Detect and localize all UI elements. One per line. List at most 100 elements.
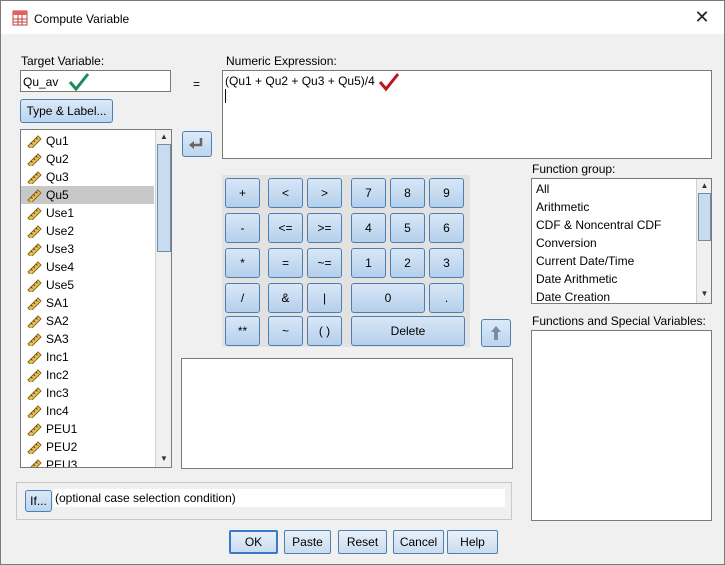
variable-name: Qu1: [46, 134, 69, 148]
variable-name: Inc1: [46, 350, 69, 364]
function-group-list[interactable]: All Arithmetic CDF & Noncentral CDF Convers…: [531, 178, 712, 304]
help-button[interactable]: Help: [447, 530, 498, 554]
if-condition-text: (optional case selection condition): [55, 491, 236, 505]
key-divide[interactable]: /: [225, 283, 260, 313]
scale-variable-icon: [27, 279, 42, 292]
variable-item[interactable]: SA1: [21, 294, 154, 312]
variable-item[interactable]: Use1: [21, 204, 154, 222]
key-3[interactable]: 3: [429, 248, 464, 278]
key-minus[interactable]: -: [225, 213, 260, 243]
variable-item[interactable]: Use5: [21, 276, 154, 294]
variable-item[interactable]: Use2: [21, 222, 154, 240]
key-2[interactable]: 2: [390, 248, 425, 278]
key-6[interactable]: 6: [429, 213, 464, 243]
functions-label: Functions and Special Variables:: [532, 314, 706, 328]
key-delete[interactable]: Delete: [351, 316, 465, 346]
scroll-down-icon[interactable]: ▼: [697, 289, 711, 298]
function-group-item[interactable]: Date Creation: [532, 288, 694, 303]
scale-variable-icon: [27, 153, 42, 166]
function-group-item[interactable]: Date Arithmetic: [532, 270, 694, 288]
key-greater-than[interactable]: >: [307, 178, 342, 208]
function-group-item[interactable]: All: [532, 180, 694, 198]
variable-item[interactable]: Qu5: [21, 186, 154, 204]
key-not-equal[interactable]: ~=: [307, 248, 342, 278]
key-less-equal[interactable]: <=: [268, 213, 303, 243]
type-label-button[interactable]: Type & Label...: [20, 99, 113, 123]
key-5[interactable]: 5: [390, 213, 425, 243]
scale-variable-icon: [27, 225, 42, 238]
variable-item[interactable]: Qu3: [21, 168, 154, 186]
scale-variable-icon: [27, 351, 42, 364]
scale-variable-icon: [30, 459, 42, 467]
key-power[interactable]: **: [225, 316, 260, 346]
key-parentheses[interactable]: ( ): [307, 316, 342, 346]
variable-name: Inc2: [46, 368, 69, 382]
scroll-down-icon[interactable]: ▼: [156, 454, 171, 463]
function-group-item[interactable]: Conversion: [532, 234, 694, 252]
variable-item[interactable]: Use3: [21, 240, 154, 258]
paste-button[interactable]: Paste: [284, 530, 331, 554]
move-variable-button[interactable]: [182, 131, 212, 157]
target-variable-input[interactable]: Qu_av: [20, 70, 171, 92]
variable-item[interactable]: Inc2: [21, 366, 154, 384]
key-1[interactable]: 1: [351, 248, 386, 278]
reset-button[interactable]: Reset: [338, 530, 387, 554]
scale-variable-icon: [27, 171, 42, 184]
variable-item[interactable]: PEU2: [21, 438, 154, 456]
key-plus[interactable]: +: [225, 178, 260, 208]
title-bar: Compute Variable ✕: [1, 1, 724, 34]
key-greater-equal[interactable]: >=: [307, 213, 342, 243]
function-group-scrollbar[interactable]: ▲ ▼: [696, 179, 711, 303]
variable-name: Inc4: [46, 404, 69, 418]
variable-item[interactable]: Use4: [21, 258, 154, 276]
variable-name: SA3: [46, 332, 69, 346]
window-title: Compute Variable: [34, 12, 130, 26]
key-or[interactable]: |: [307, 283, 342, 313]
move-function-button[interactable]: [481, 319, 511, 347]
variable-name: SA2: [46, 314, 69, 328]
variable-item[interactable]: Qu2: [21, 150, 154, 168]
key-less-than[interactable]: <: [268, 178, 303, 208]
numeric-expression-input[interactable]: (Qu1 + Qu2 + Qu3 + Qu5)/4: [222, 70, 712, 159]
compute-variable-dialog: Compute Variable ✕ Target Variable: Qu_a…: [0, 0, 725, 565]
functions-list[interactable]: [531, 330, 712, 521]
scroll-up-icon[interactable]: ▲: [697, 181, 711, 190]
target-variable-value: Qu_av: [23, 75, 59, 89]
variable-item[interactable]: Inc4: [21, 402, 154, 420]
variable-name: PEU3: [46, 458, 78, 468]
close-icon[interactable]: ✕: [690, 7, 714, 28]
key-9[interactable]: 9: [429, 178, 464, 208]
variable-item[interactable]: Inc1: [21, 348, 154, 366]
key-multiply[interactable]: *: [225, 248, 260, 278]
key-0[interactable]: 0: [351, 283, 425, 313]
function-description-box: [181, 358, 513, 469]
variable-name: Use1: [46, 206, 75, 220]
variable-item[interactable]: SA2: [21, 312, 154, 330]
variable-item[interactable]: PEU1: [21, 420, 154, 438]
compute-variable-icon: [12, 10, 28, 26]
variable-item[interactable]: Qu1: [21, 132, 154, 150]
variable-list[interactable]: Qu1 Qu2 Qu3 Qu5 Use1 Use2 Use3 Use4 Use5 SA1 SA2 SA…: [20, 129, 172, 468]
variable-item[interactable]: SA3: [21, 330, 154, 348]
key-and[interactable]: &: [268, 283, 303, 313]
key-4[interactable]: 4: [351, 213, 386, 243]
function-group-item[interactable]: Current Date/Time: [532, 252, 694, 270]
variable-list-scrollbar[interactable]: ▲ ▼: [155, 130, 171, 467]
function-group-item[interactable]: CDF & Noncentral CDF: [532, 216, 694, 234]
ok-button[interactable]: OK: [229, 530, 278, 554]
key-8[interactable]: 8: [390, 178, 425, 208]
cancel-button[interactable]: Cancel: [393, 530, 444, 554]
key-7[interactable]: 7: [351, 178, 386, 208]
scroll-thumb[interactable]: [698, 193, 711, 241]
scale-variable-icon: [27, 333, 42, 346]
scale-variable-icon: [27, 369, 42, 382]
variable-item[interactable]: PEU3: [21, 456, 154, 468]
scroll-up-icon[interactable]: ▲: [156, 132, 171, 141]
if-button[interactable]: If...: [25, 490, 52, 512]
function-group-item[interactable]: Arithmetic: [532, 198, 694, 216]
key-equals[interactable]: =: [268, 248, 303, 278]
scroll-thumb[interactable]: [157, 144, 171, 252]
key-not[interactable]: ~: [268, 316, 303, 346]
key-decimal[interactable]: .: [429, 283, 464, 313]
variable-item[interactable]: Inc3: [21, 384, 154, 402]
